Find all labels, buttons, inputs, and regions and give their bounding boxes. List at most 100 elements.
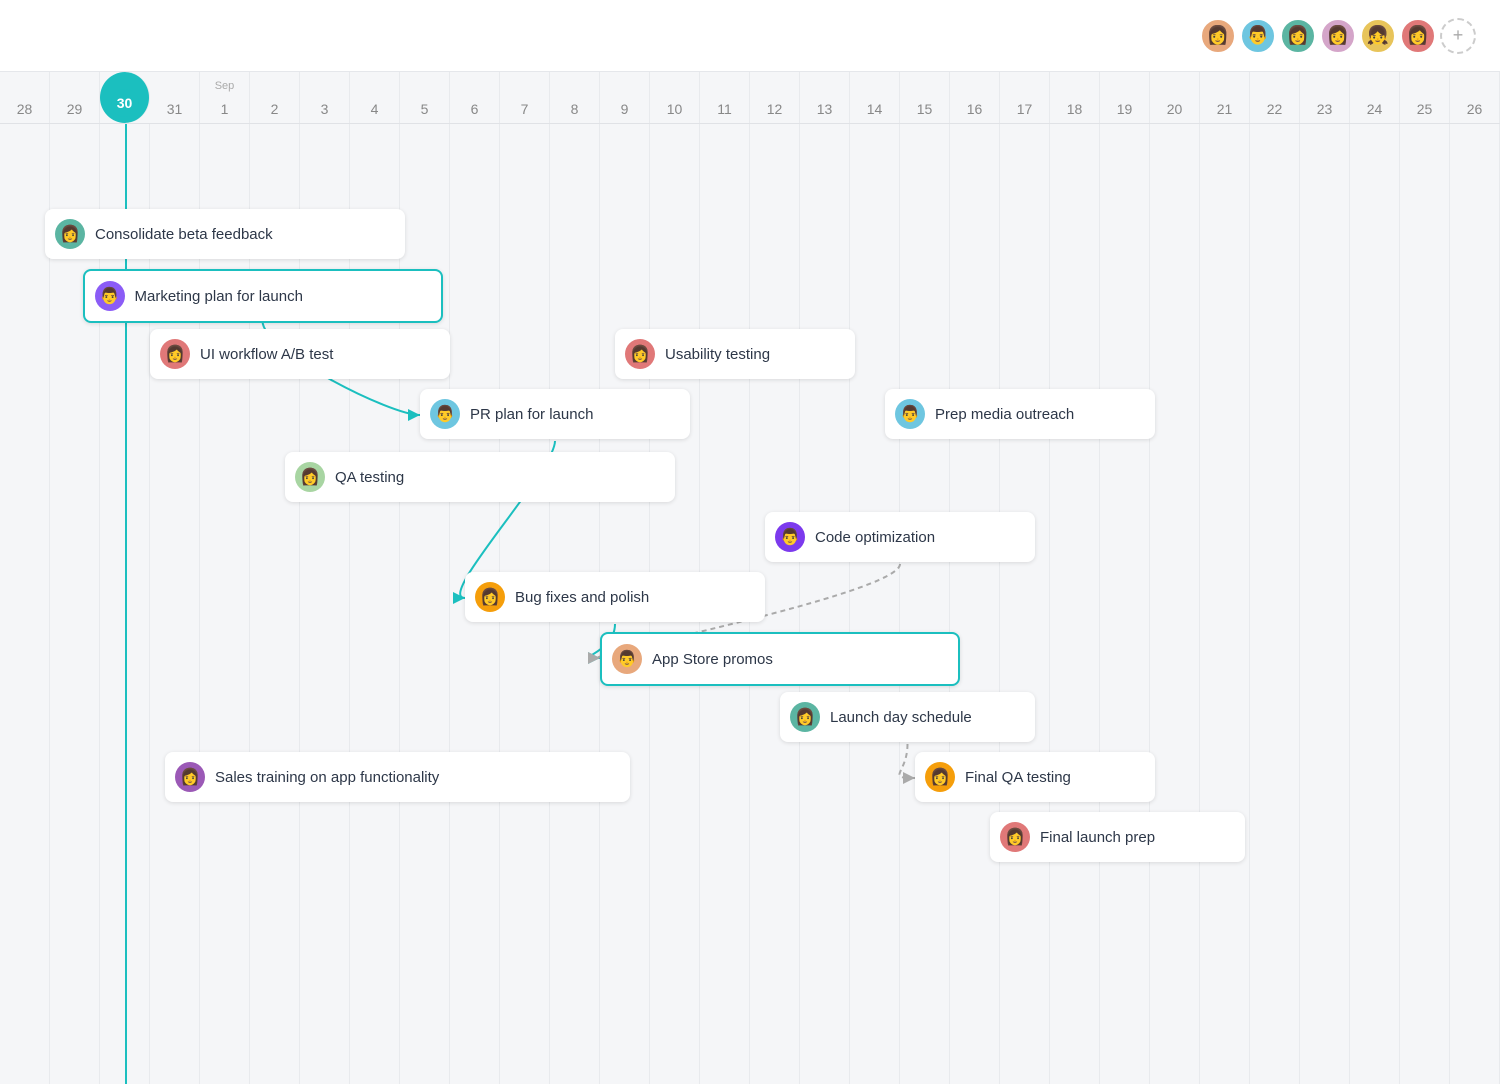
date-cell-18: 18 [1050,72,1100,123]
date-cell-26: 26 [1450,72,1500,123]
task-card-consolidate-beta[interactable]: 👩 Consolidate beta feedback [45,209,405,259]
task-avatar-prep-media: 👨 [895,399,925,429]
date-cell-15: 15 [900,72,950,123]
date-cell-17: 17 [1000,72,1050,123]
date-number-12: 12 [767,101,783,117]
date-cell-3: 3 [300,72,350,123]
date-number-3: 3 [321,101,329,117]
date-number-1: 1 [221,101,229,117]
task-label-bug-fixes: Bug fixes and polish [515,589,649,606]
task-label-qa-testing: QA testing [335,469,404,486]
team-avatar-5[interactable]: 👧 [1360,18,1396,54]
date-cell-9: 9 [600,72,650,123]
date-cell-11: 11 [700,72,750,123]
task-card-final-qa[interactable]: 👩 Final QA testing [915,752,1155,802]
date-number-10: 10 [667,101,683,117]
date-cell-25: 25 [1400,72,1450,123]
date-cell-4: 4 [350,72,400,123]
task-label-final-launch-prep: Final launch prep [1040,829,1155,846]
team-avatar-4[interactable]: 👩 [1320,18,1356,54]
date-number-18: 18 [1067,101,1083,117]
date-cell-21: 21 [1200,72,1250,123]
team-avatar-3[interactable]: 👩 [1280,18,1316,54]
date-number-29: 29 [67,101,83,117]
date-number-16: 16 [967,101,983,117]
date-number-7: 7 [521,101,529,117]
task-label-consolidate-beta: Consolidate beta feedback [95,226,273,243]
date-cell-2: 2 [250,72,300,123]
task-card-launch-day[interactable]: 👩 Launch day schedule [780,692,1035,742]
task-label-ui-workflow: UI workflow A/B test [200,346,333,363]
date-number-19: 19 [1117,101,1133,117]
date-cell-24: 24 [1350,72,1400,123]
date-number-15: 15 [917,101,933,117]
date-cell-8: 8 [550,72,600,123]
task-avatar-launch-day: 👩 [790,702,820,732]
date-number-2: 2 [271,101,279,117]
date-number-17: 17 [1017,101,1033,117]
task-label-launch-day: Launch day schedule [830,709,972,726]
task-label-prep-media: Prep media outreach [935,406,1074,423]
date-number-20: 20 [1167,101,1183,117]
date-number-13: 13 [817,101,833,117]
task-card-ui-workflow[interactable]: 👩 UI workflow A/B test [150,329,450,379]
task-card-pr-plan[interactable]: 👨 PR plan for launch [420,389,690,439]
task-avatar-qa-testing: 👩 [295,462,325,492]
team-avatar-2[interactable]: 👨 [1240,18,1276,54]
date-cell-29: 29 [50,72,100,123]
date-cell-28: 28 [0,72,50,123]
date-number-31: 31 [167,101,183,117]
task-label-code-optimization: Code optimization [815,529,935,546]
task-avatar-pr-plan: 👨 [430,399,460,429]
team-avatar-6[interactable]: 👩 [1400,18,1436,54]
task-avatar-bug-fixes: 👩 [475,582,505,612]
date-number-9: 9 [621,101,629,117]
date-cell-5: 5 [400,72,450,123]
task-card-bug-fixes[interactable]: 👩 Bug fixes and polish [465,572,765,622]
task-avatar-marketing-plan: 👨 [95,281,125,311]
task-avatar-code-optimization: 👨 [775,522,805,552]
task-card-usability-testing[interactable]: 👩Usability testing [615,329,855,379]
date-number-23: 23 [1317,101,1333,117]
task-card-app-store-promos[interactable]: 👨App Store promos [600,632,960,686]
team-avatar-1[interactable]: 👩 [1200,18,1236,54]
task-label-usability-testing: Usability testing [665,346,770,363]
date-cell-6: 6 [450,72,500,123]
task-label-sales-training: Sales training on app functionality [215,769,439,786]
task-label-final-qa: Final QA testing [965,769,1071,786]
task-card-marketing-plan[interactable]: 👨Marketing plan for launch [83,269,443,323]
date-number-26: 26 [1467,101,1483,117]
date-cell-13: 13 [800,72,850,123]
task-avatar-final-qa: 👩 [925,762,955,792]
add-member-button[interactable]: + [1440,18,1476,54]
task-avatar-consolidate-beta: 👩 [55,219,85,249]
task-card-final-launch-prep[interactable]: 👩Final launch prep [990,812,1245,862]
date-number-4: 4 [371,101,379,117]
task-card-code-optimization[interactable]: 👨 Code optimization [765,512,1035,562]
task-avatar-ui-workflow: 👩 [160,339,190,369]
date-number-24: 24 [1367,101,1383,117]
task-label-pr-plan: PR plan for launch [470,406,593,423]
date-cell-19: 19 [1100,72,1150,123]
date-header: 28293031Sep12345678910111213141516171819… [0,72,1500,124]
date-number-6: 6 [471,101,479,117]
date-number-5: 5 [421,101,429,117]
team-avatars: 👩👨👩👩👧👩+ [1200,18,1476,54]
date-cell-1: Sep1 [200,72,250,123]
task-card-qa-testing[interactable]: 👩 QA testing [285,452,675,502]
date-number-22: 22 [1267,101,1283,117]
task-card-sales-training[interactable]: 👩Sales training on app functionality [165,752,630,802]
calendar-container: 28293031Sep12345678910111213141516171819… [0,72,1500,1084]
date-cell-30: 30 [100,72,150,123]
header: 👩👨👩👩👧👩+ [0,0,1500,72]
date-number-8: 8 [571,101,579,117]
date-number-21: 21 [1217,101,1233,117]
date-cell-12: 12 [750,72,800,123]
date-cell-7: 7 [500,72,550,123]
date-cell-16: 16 [950,72,1000,123]
date-number-11: 11 [717,101,732,117]
task-card-prep-media[interactable]: 👨 Prep media outreach [885,389,1155,439]
date-cell-14: 14 [850,72,900,123]
date-cell-20: 20 [1150,72,1200,123]
date-cell-31: 31 [150,72,200,123]
